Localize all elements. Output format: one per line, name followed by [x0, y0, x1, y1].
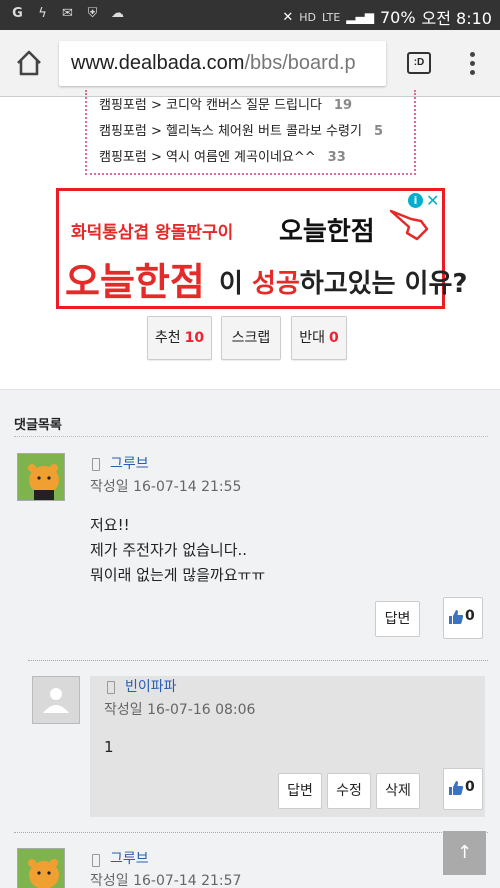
comment-date: 작성일 16-07-14 21:57: [90, 873, 242, 888]
oppose-button[interactable]: 반대 0: [291, 316, 347, 360]
browser-toolbar: www.dealbada.com/bbs/board.p :D: [0, 30, 500, 97]
default-user-icon: [43, 688, 69, 713]
ad-choices[interactable]: i ✕: [406, 191, 442, 211]
ad-tagline: 화덕통삼겹 왕돌판구이: [71, 223, 234, 243]
ad-headline: 이 성공하고있는 이유?: [219, 269, 468, 299]
signal-icon: ▂▄▆: [346, 10, 374, 24]
recommend-label: 추천: [154, 330, 181, 346]
divider: [14, 436, 488, 437]
avatar[interactable]: [17, 848, 65, 888]
ad-headline-brand: 오늘한점: [65, 260, 205, 304]
url-path: /bbs/board.p: [244, 52, 356, 74]
related-post-title[interactable]: 캠핑포럼 > 코디악 캔버스 질문 드립니다: [99, 98, 322, 113]
reply-button[interactable]: 답변: [278, 773, 322, 809]
ad-info-icon[interactable]: i: [408, 193, 423, 208]
lte-label: LTE: [321, 10, 341, 24]
divider: [14, 832, 488, 833]
avatar[interactable]: [17, 453, 65, 501]
comment-body: 저요!! 제가 주전자가 없습니다.. 뭐이래 없는게 많을까요ㅠㅠ: [90, 516, 266, 584]
like-count: 0: [465, 608, 475, 624]
comment-list-title: 댓글목록: [14, 418, 62, 433]
overflow-menu-icon[interactable]: [462, 50, 482, 78]
delete-button[interactable]: 삭제: [376, 773, 420, 809]
url-host: www.dealbada.com: [71, 52, 245, 74]
mobile-icon: [92, 854, 100, 867]
ryan-character-icon: [28, 464, 59, 500]
mail-icon: ✉: [62, 6, 73, 21]
flash-icon: ϟ: [38, 6, 47, 21]
divider: [28, 660, 488, 661]
thumbs-up-icon: [449, 610, 464, 624]
g-icon: G: [12, 6, 23, 21]
related-post-item[interactable]: 캠핑포럼 > 헬리녹스 체어원 버트 콜라보 수령기 5: [99, 120, 383, 139]
ad-brand-logo: 오늘한점: [279, 217, 375, 247]
comment-author[interactable]: 그루브: [110, 848, 149, 868]
related-post-count: 19: [333, 98, 353, 113]
edit-button[interactable]: 수정: [327, 773, 371, 809]
hd-label: HD: [299, 10, 316, 24]
status-notification-icons: G ϟ ✉ ⛨ ☁: [10, 6, 125, 21]
related-post-title[interactable]: 캠핑포럼 > 헬리녹스 체어원 버트 콜라보 수령기: [99, 124, 362, 139]
comment-date: 작성일 16-07-16 08:06: [104, 702, 256, 718]
status-bar: G ϟ ✉ ⛨ ☁ ✕ HD LTE ▂▄▆ 70% 오전 8:10: [0, 0, 500, 30]
mobile-icon: [92, 458, 100, 471]
recommend-button[interactable]: 추천 10: [147, 316, 212, 360]
scroll-to-top-button[interactable]: ↑: [443, 831, 486, 875]
battery-percent: 70%: [379, 7, 416, 27]
mobile-icon: [107, 681, 115, 694]
address-bar[interactable]: www.dealbada.com/bbs/board.p: [59, 41, 386, 86]
ad-close-icon[interactable]: ✕: [426, 191, 439, 210]
like-button[interactable]: 0: [443, 768, 483, 810]
comment-date: 작성일 16-07-14 21:55: [90, 479, 242, 495]
mute-icon: ✕: [282, 9, 294, 25]
cloud-icon: ☁: [111, 6, 124, 21]
reply-button[interactable]: 답변: [375, 601, 420, 637]
comment-list: 댓글목록 그루브 작성일 16-07-14 21:55 저요!! 제가 주전자가…: [0, 389, 500, 888]
recommend-count: 10: [184, 330, 205, 346]
shield-icon: ⛨: [87, 6, 98, 21]
like-count: 0: [465, 779, 475, 795]
comment-author[interactable]: 빈이파파: [125, 676, 177, 696]
related-post-title[interactable]: 캠핑포럼 > 역시 여름엔 계곡이네요^^: [99, 150, 316, 165]
related-post-count: 5: [373, 124, 383, 139]
status-system-icons: ✕ HD LTE ▂▄▆ 70% 오전 8:10: [282, 5, 492, 29]
tab-switcher-button[interactable]: :D: [407, 52, 431, 74]
oppose-label: 반대: [299, 330, 325, 346]
like-button[interactable]: 0: [443, 597, 483, 639]
related-post-count: 33: [327, 150, 346, 165]
ad-banner[interactable]: 화덕통삼겹 왕돌판구이 오늘한점 오늘한점 이 성공하고있는 이유? i ✕: [56, 188, 467, 309]
avatar[interactable]: [32, 676, 80, 724]
thumbs-up-icon: [449, 781, 464, 795]
comment-body: 1: [104, 738, 114, 756]
related-post-item[interactable]: 캠핑포럼 > 역시 여름엔 계곡이네요^^ 33: [99, 146, 346, 165]
related-post-item[interactable]: 캠핑포럼 > 코디악 캔버스 질문 드립니다 19: [99, 94, 352, 113]
oppose-count: 0: [329, 330, 339, 346]
scrap-button[interactable]: 스크랩: [221, 316, 281, 360]
related-posts: 캠핑포럼 > 코디악 캔버스 질문 드립니다 19 캠핑포럼 > 헬리녹스 체어원…: [85, 90, 416, 175]
status-time: 오전 8:10: [421, 9, 492, 28]
home-icon[interactable]: [14, 48, 44, 78]
comment-author[interactable]: 그루브: [110, 453, 149, 473]
ryan-character-icon: [28, 859, 59, 888]
